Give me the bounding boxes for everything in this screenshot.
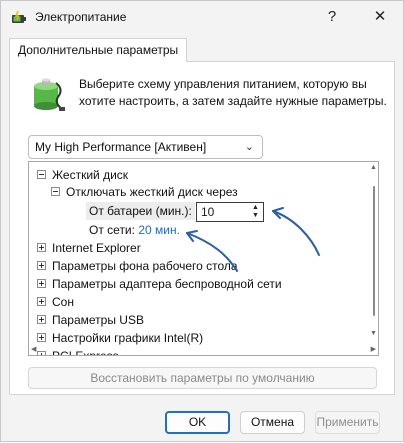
scroll-up-icon[interactable]: ▲ <box>370 164 377 171</box>
collapse-icon[interactable] <box>51 187 60 196</box>
on-battery-minutes-stepper[interactable]: 10 ▲ ▼ <box>196 202 264 222</box>
cancel-button[interactable]: Отмена <box>240 411 305 434</box>
collapse-icon[interactable] <box>37 170 46 179</box>
horizontal-scrollbar[interactable]: ◀ ▶ <box>31 345 376 354</box>
expand-icon[interactable] <box>37 261 46 270</box>
expand-icon[interactable] <box>37 297 46 306</box>
plugged-in-label: От сети: <box>89 223 135 237</box>
expand-icon[interactable] <box>37 279 46 288</box>
expand-icon[interactable] <box>37 333 46 342</box>
expand-icon[interactable] <box>37 315 46 324</box>
tree-item-label: Параметры USB <box>52 313 144 327</box>
stepper-down-icon[interactable]: ▼ <box>249 212 262 220</box>
tree-item-label: Сон <box>52 295 74 309</box>
tree-item-label: Жесткий диск <box>52 168 129 182</box>
window-title: Электропитание <box>35 10 127 24</box>
power-options-icon <box>12 10 26 23</box>
vertical-scrollbar[interactable]: ▲ ▼ <box>370 164 377 337</box>
restore-defaults-button[interactable]: Восстановить параметры по умолчанию <box>28 367 377 389</box>
settings-tree[interactable]: Жесткий диск Отключать жесткий диск чере… <box>28 161 379 356</box>
tree-item-label: Настройки графики Intel(R) <box>52 331 204 345</box>
scroll-thumb[interactable] <box>373 186 375 316</box>
power-options-window: Электропитание ? ✕ Дополнительные параме… <box>0 0 404 442</box>
tree-item-label: Параметры фона рабочего стола <box>52 259 238 273</box>
scroll-left-icon[interactable]: ◀ <box>31 345 36 353</box>
plugged-in-setting: От сети: 20 мин. <box>89 221 180 239</box>
help-icon: ? <box>327 8 337 25</box>
scroll-down-icon[interactable]: ▼ <box>370 330 377 337</box>
description-text: Выберите схему управления питанием, кото… <box>79 77 387 108</box>
on-battery-label: От батареи (мин.): <box>86 202 195 220</box>
title-bar: Электропитание ? ✕ <box>1 1 403 33</box>
chevron-down-icon: ⌄ <box>244 141 254 153</box>
close-icon: ✕ <box>373 8 387 25</box>
tree-item-label: Отключать жесткий диск через <box>66 185 238 199</box>
ok-button[interactable]: OK <box>165 411 230 434</box>
tree-item-label: Параметры адаптера беспроводной сети <box>52 277 282 291</box>
plugged-in-value-link[interactable]: 20 мин. <box>138 223 180 237</box>
close-button[interactable]: ✕ <box>357 1 403 33</box>
apply-button[interactable]: Применить <box>315 411 380 434</box>
power-plan-select-value: My High Performance [Активен] <box>35 140 207 154</box>
on-battery-minutes-value[interactable]: 10 <box>201 203 214 221</box>
tree-item-label: Internet Explorer <box>52 241 141 255</box>
expand-icon[interactable] <box>37 243 46 252</box>
battery-icon <box>34 78 65 111</box>
stepper-up-icon[interactable]: ▲ <box>249 204 262 212</box>
scroll-right-icon[interactable]: ▶ <box>371 345 376 353</box>
tab-advanced-settings[interactable]: Дополнительные параметры <box>9 38 188 62</box>
power-plan-select[interactable]: My High Performance [Активен] ⌄ <box>28 135 263 159</box>
help-button[interactable]: ? <box>309 1 355 33</box>
